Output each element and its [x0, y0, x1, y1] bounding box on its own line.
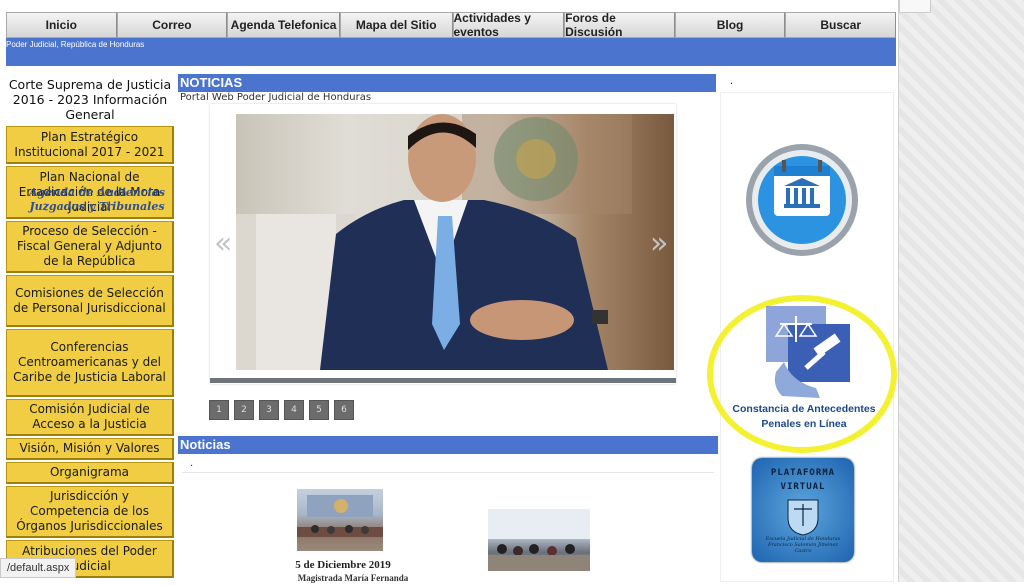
news-date: 5 de Diciembre 2019 [295, 559, 391, 571]
carousel-pager: 1 2 3 4 5 6 [209, 400, 359, 420]
noticias-header: NOTICIAS [178, 74, 716, 92]
browser-status-bar: /default.aspx [0, 558, 77, 578]
nav-tab-correo[interactable]: Correo [116, 12, 228, 38]
antecedentes-label[interactable]: Constancia de Antecedentes Penales en Lí… [714, 402, 894, 432]
pager-page-6[interactable]: 6 [334, 400, 354, 420]
nav-tab-mapa-del-sitio[interactable]: Mapa del Sitio [339, 12, 453, 38]
plataforma-virtual-banner[interactable]: PLATAFORMA VIRTUAL Escuela Judicial de H… [752, 458, 854, 562]
plataforma-title: PLATAFORMA VIRTUAL [770, 468, 836, 492]
page-background [898, 0, 1024, 582]
sidebar-item-jurisdiccion[interactable]: Jurisdicción y Competencia de los Órgano… [6, 486, 174, 538]
news-photo-2 [488, 509, 590, 571]
plataforma-caption: Escuela Judicial de Honduras Francisco S… [765, 536, 841, 554]
sidebar-item-comisiones[interactable]: Comisiones de Selección de Personal Juri… [6, 275, 174, 327]
news-dot: . [190, 458, 194, 469]
antecedentes-gavel-icon[interactable] [762, 302, 856, 398]
right-dot: . [730, 76, 734, 87]
escuela-judicial-logo-icon [787, 499, 819, 536]
brand-text: Poder Judicial, República de Honduras [6, 40, 145, 49]
carousel-next-icon[interactable]: » [650, 226, 668, 261]
nav-tab-inicio[interactable]: Inicio [6, 12, 117, 38]
slide-photo [236, 114, 632, 370]
pager-page-5[interactable]: 5 [309, 400, 329, 420]
sidebar-item-conferencias[interactable]: Conferencias Centroamericanas y del Cari… [6, 329, 174, 397]
brand-bar: Poder Judicial, República de Honduras [6, 38, 896, 66]
sidebar-item-proceso-seleccion[interactable]: Proceso de Selección - Fiscal General y … [6, 221, 174, 273]
sidebar-item-plan-estrategico[interactable]: Plan Estratégico Institucional 2017 - 20… [6, 126, 174, 164]
carousel-prev-icon[interactable]: « [214, 226, 232, 261]
pager-page-3[interactable]: 3 [259, 400, 279, 420]
carousel-caption-bar [210, 378, 676, 383]
pager-page-2[interactable]: 2 [234, 400, 254, 420]
top-navigation: Inicio Correo Agenda Telefonica Mapa del… [6, 11, 896, 39]
sidebar-item-organigrama[interactable]: Organigrama [6, 462, 174, 484]
pager-page-1[interactable]: 1 [209, 400, 229, 420]
page: Inicio Correo Agenda Telefonica Mapa del… [0, 0, 898, 585]
nav-tab-blog[interactable]: Blog [674, 12, 786, 38]
sidebar-item-comision-acceso[interactable]: Comisión Judicial de Acceso a la Justici… [6, 399, 174, 436]
portal-subtitle: Portal Web Poder Judicial de Honduras [180, 92, 372, 103]
news-list: 5 de Diciembre 2019 Magistrada María Fer… [182, 472, 714, 585]
agenda-calendar-icon[interactable] [740, 142, 864, 258]
pager-page-4[interactable]: 4 [284, 400, 304, 420]
news-thumbnail-2[interactable] [488, 509, 590, 571]
agenda-label[interactable]: Agenda de Audiencias Juzgados y Tribunal… [14, 186, 180, 214]
nav-tab-actividades[interactable]: Actividades y eventos [452, 11, 565, 39]
sidebar: Corte Suprema de Justicia 2016 - 2023 In… [6, 74, 174, 578]
nav-tab-agenda-telefonica[interactable]: Agenda Telefonica [227, 12, 340, 38]
sidebar-title: Corte Suprema de Justicia 2016 - 2023 In… [6, 74, 174, 124]
carousel-slide-image[interactable] [236, 114, 674, 370]
nav-tab-foros[interactable]: Foros de Discusión [564, 11, 675, 39]
news-section-header: Noticias [178, 436, 718, 454]
main-content: NOTICIAS Portal Web Poder Judicial de Ho… [178, 74, 718, 585]
sidebar-item-vision[interactable]: Visión, Misión y Valores [6, 438, 174, 460]
news-photo-1 [297, 495, 383, 537]
news-carousel: « » [210, 104, 676, 384]
background-tab [899, 0, 931, 13]
news-thumbnail-1[interactable] [297, 489, 383, 551]
nav-tab-buscar[interactable]: Buscar [785, 12, 896, 38]
